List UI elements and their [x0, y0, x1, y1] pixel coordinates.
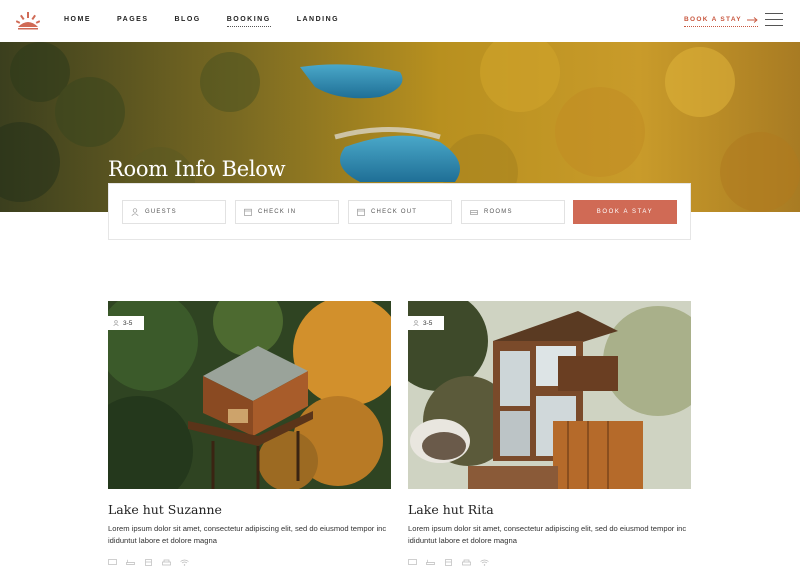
sofa-icon — [462, 553, 471, 566]
amenities-list — [108, 553, 391, 566]
guests-count: 3-5 — [423, 319, 433, 327]
nav-home[interactable]: Home — [64, 16, 91, 27]
tv-icon — [108, 553, 117, 565]
room-card[interactable]: 3-5 Lake hut Rita Lorem ipsum dolor sit … — [408, 301, 691, 566]
hamburger-menu-icon[interactable] — [765, 13, 783, 27]
booking-form: Guests Check in Check out Rooms Book a s… — [108, 183, 691, 240]
guests-badge: 3-5 — [408, 316, 444, 330]
wifi-icon — [180, 553, 189, 566]
nav-landing[interactable]: Landing — [297, 16, 339, 27]
site-header: Home Pages Blog Booking Landing Book a s… — [0, 0, 800, 42]
room-title[interactable]: Lake hut Rita — [408, 502, 691, 517]
nav-pages[interactable]: Pages — [117, 16, 149, 27]
room-card[interactable]: 3-5 Lake hut Suzanne Lorem ipsum dolor s… — [108, 301, 391, 566]
rooms-field[interactable]: Rooms — [461, 200, 565, 224]
calendar-icon — [357, 208, 365, 216]
guests-count: 3-5 — [123, 319, 133, 327]
fridge-icon — [144, 553, 153, 566]
fridge-icon — [444, 553, 453, 566]
room-description: Lorem ipsum dolor sit amet, consectetur … — [408, 524, 687, 545]
guests-label: Guests — [145, 209, 177, 215]
sofa-icon — [162, 553, 171, 566]
bed-icon — [470, 210, 478, 215]
user-icon — [131, 208, 139, 216]
book-a-stay-label: Book a stay — [684, 16, 742, 23]
sun-logo-icon[interactable] — [16, 9, 40, 31]
bath-icon — [426, 553, 435, 565]
check-in-label: Check in — [258, 209, 297, 215]
guests-field[interactable]: Guests — [122, 200, 226, 224]
room-title[interactable]: Lake hut Suzanne — [108, 502, 391, 517]
wifi-icon — [480, 553, 489, 566]
treehouse-photo — [108, 301, 391, 489]
check-out-field[interactable]: Check out — [348, 200, 452, 224]
nav-blog[interactable]: Blog — [175, 16, 201, 27]
book-a-stay-link[interactable]: Book a stay — [684, 16, 758, 27]
bath-icon — [126, 553, 135, 565]
cabin-photo — [408, 301, 691, 489]
calendar-icon — [244, 208, 252, 216]
amenities-list — [408, 553, 691, 566]
rooms-label: Rooms — [484, 209, 513, 215]
guests-badge: 3-5 — [108, 316, 144, 330]
arrow-right-icon — [746, 16, 758, 23]
room-image[interactable]: 3-5 — [408, 301, 691, 489]
tv-icon — [408, 553, 417, 565]
room-description: Lorem ipsum dolor sit amet, consectetur … — [108, 524, 387, 545]
check-in-field[interactable]: Check in — [235, 200, 339, 224]
nav-booking[interactable]: Booking — [226, 16, 271, 27]
page-title: Room Info Below — [108, 157, 286, 181]
user-icon — [413, 320, 419, 326]
main-nav: Home Pages Blog Booking Landing — [64, 16, 365, 27]
room-image[interactable]: 3-5 — [108, 301, 391, 489]
check-out-label: Check out — [371, 209, 418, 215]
book-a-stay-button[interactable]: Book a stay — [573, 200, 677, 224]
user-icon — [113, 320, 119, 326]
